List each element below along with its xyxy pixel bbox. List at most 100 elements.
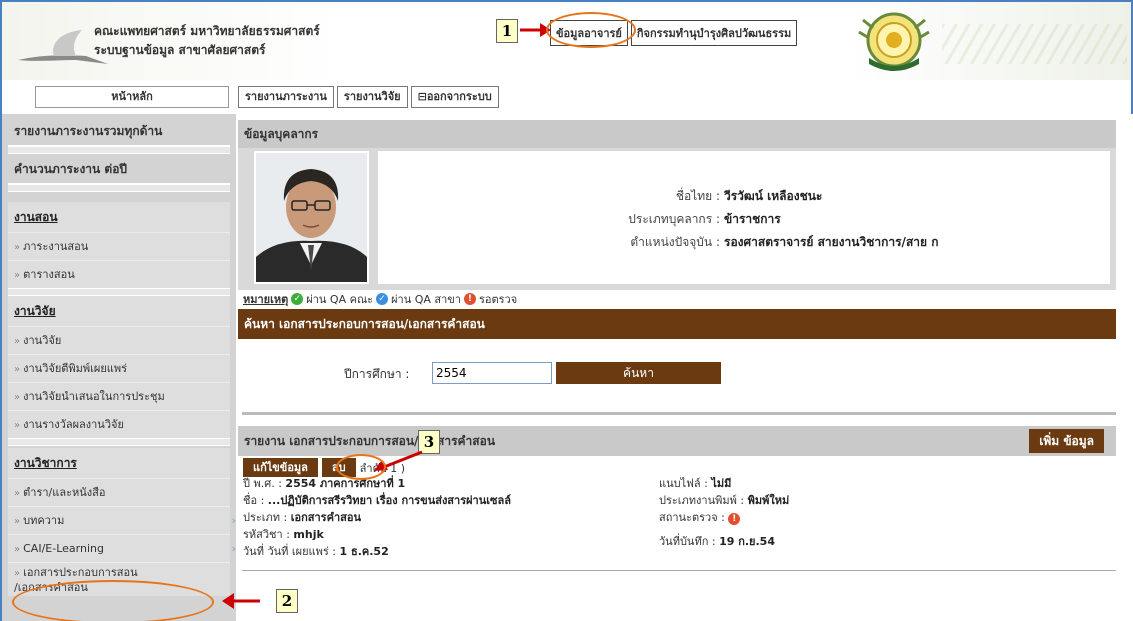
nav-tabs: รายงานภาระงาน รายงานวิจัย ⊟ออกจากระบบ	[238, 86, 499, 108]
nav-tab-research-report[interactable]: รายงานวิจัย	[336, 86, 408, 108]
record-date-label: วันที่ วันที่ เผยแพร่ :	[243, 545, 336, 558]
header-decoration	[942, 24, 1127, 64]
report-section-bar: รายงาน เอกสารประกอบการสอน/เอกสารคำสอน เพ…	[238, 426, 1116, 456]
sidebar-item-timetable[interactable]: » ตารางสอน	[8, 260, 230, 288]
top-link-culture-activities[interactable]: กิจกรรมทำนุบำรุงศิลปวัฒนธรรม	[630, 20, 798, 46]
sidebar-item-label: งานวิจัยตีพิมพ์เผยแพร่	[23, 362, 128, 375]
sidebar-item-cai-elearning[interactable]: » CAI/E-Learning ›	[8, 534, 236, 562]
record-status: สถานะตรวจ : !	[659, 510, 741, 525]
sidebar-item-research-published[interactable]: » งานวิจัยตีพิมพ์เผยแพร่	[8, 354, 230, 382]
profile-details: ชื่อไทย : วีรวัฒน์ เหลืองชนะ ประเภทบุคลา…	[378, 151, 1110, 284]
main-navbar: หน้าหลัก รายงานภาระงาน รายงานวิจัย ⊟ออกจ…	[0, 80, 1133, 114]
profile-panel: ชื่อไทย : วีรวัฒน์ เหลืองชนะ ประเภทบุคลา…	[238, 148, 1116, 290]
sidebar-item-label: เอกสารประกอบการสอน	[23, 566, 138, 579]
add-record-button[interactable]: เพิ่ม ข้อมูล	[1029, 429, 1104, 453]
record-year: ปี พ.ศ. : 2554 ภาคการศึกษาที่ 1	[243, 476, 405, 491]
search-button[interactable]: ค้นหา	[556, 362, 721, 384]
bullet-icon: »	[14, 364, 21, 375]
record-code-label: รหัสวิชา :	[243, 528, 290, 541]
edit-record-button[interactable]: แก้ไขข้อมูล	[243, 458, 318, 477]
record-pub-value: พิมพ์ใหม่	[747, 494, 790, 507]
record-status-label: สถานะตรวจ :	[659, 511, 725, 524]
sidebar-divider	[8, 438, 230, 446]
bullet-icon: »	[14, 516, 21, 527]
legend-item-qa-department: ผ่าน QA สาขา	[391, 293, 461, 306]
profile-position-row: ตำแหน่งปัจจุบัน : รองศาสตราจารย์ สายงานว…	[630, 233, 938, 252]
sidebar-item-research-awards[interactable]: » งานรางวัลผลงานวิจัย	[8, 410, 230, 438]
site-title-line2: ระบบฐานข้อมูล สาขาศัลยศาสตร์	[94, 43, 266, 57]
record-type-label: ประเภท :	[243, 511, 288, 524]
sidebar-item-label: งานรางวัลผลงานวิจัย	[23, 418, 124, 431]
nav-tab-logout[interactable]: ⊟ออกจากระบบ	[410, 86, 499, 108]
nav-home[interactable]: หน้าหลัก	[35, 86, 229, 108]
profile-type-label: ประเภทบุคลากร :	[628, 212, 720, 226]
sidebar-section-title[interactable]: งานวิชาการ	[8, 448, 230, 478]
profile-name-value: วีรวัฒน์ เหลืองชนะ	[724, 189, 823, 203]
record-attach-value: ไม่มี	[711, 477, 732, 490]
person-avatar-icon	[256, 153, 367, 282]
bullet-icon: »	[14, 270, 21, 281]
year-input[interactable]	[432, 362, 552, 384]
bullet-icon: »	[14, 336, 21, 347]
sidebar-item-articles[interactable]: » บทความ ›	[8, 506, 236, 534]
record-publication-type: ประเภทงานพิมพ์ : พิมพ์ใหม่	[659, 493, 789, 508]
nav-tab-logout-label: ออกจากระบบ	[426, 90, 492, 103]
sidebar-divider	[8, 146, 230, 154]
sidebar-item-research[interactable]: » งานวิจัย	[8, 326, 230, 354]
main-content: ข้อมูลบุคลากร ชื่อไทย : วีรวัฒน์ เหลืองช…	[236, 114, 1131, 621]
record-divider	[242, 570, 1116, 571]
legend-item-pending: รอตรวจ	[478, 293, 518, 306]
record-type: ประเภท : เอกสารคำสอน	[243, 510, 361, 525]
record-saved-value: 19 ก.ย.54	[719, 535, 775, 548]
sidebar-item-research-presented[interactable]: » งานวิจัยนำเสนอในการประชุม	[8, 382, 230, 410]
sidebar-header-calc-workload[interactable]: คำนวนภาระงาน ต่อปี	[8, 154, 230, 184]
sidebar-item-label: งานวิจัยนำเสนอในการประชุม	[23, 390, 165, 403]
record-year-label: ปี พ.ศ. :	[243, 477, 282, 490]
arrow-down-left-icon	[374, 450, 423, 471]
sidebar-item-textbooks[interactable]: » ตำรา/และหนังสือ	[8, 478, 230, 506]
record-date-value: 1 ธ.ค.52	[339, 545, 389, 558]
legend-item-qa-faculty: ผ่าน QA คณะ	[306, 293, 374, 306]
section-divider	[242, 412, 1116, 415]
sidebar-divider	[8, 184, 230, 192]
legend-title: หมายเหตุ	[243, 293, 289, 306]
sidebar-section-title[interactable]: งานสอน	[8, 202, 230, 232]
nav-tab-workload-report[interactable]: รายงานภาระงาน	[238, 86, 334, 108]
sidebar-section-teaching: งานสอน » ภาระงานสอน » ตารางสอน	[8, 202, 230, 296]
check-green-icon: ✓	[291, 293, 304, 305]
record-code: รหัสวิชา : mhjk	[243, 527, 324, 542]
report-section-title: รายงาน เอกสารประกอบการสอน/เอกสารคำสอน	[244, 434, 496, 448]
profile-name-row: ชื่อไทย : วีรวัฒน์ เหลืองชนะ	[675, 187, 823, 206]
sidebar-item-label: ภาระงานสอน	[23, 240, 89, 253]
sidebar-section-title[interactable]: งานวิจัย	[8, 296, 230, 326]
legend: หมายเหตุ ✓ ผ่าน QA คณะ ✓ ผ่าน QA สาขา ! …	[243, 290, 517, 308]
sidebar-top-block: รายงานภาระงานรวมทุกด้าน คำนวนภาระงาน ต่อ…	[8, 116, 230, 192]
delete-record-button[interactable]: ลบ	[321, 458, 356, 477]
record-name-label: ชื่อ :	[243, 494, 265, 507]
bullet-icon: »	[14, 568, 21, 579]
profile-type-value: ข้าราชการ	[724, 212, 781, 226]
record-date: วันที่ วันที่ เผยแพร่ : 1 ธ.ค.52	[243, 544, 389, 559]
sidebar-item-teaching-documents[interactable]: » เอกสารประกอบการสอน /เอกสารคำสอน	[8, 562, 230, 596]
record-saved-date: วันที่บันทึก : 19 ก.ย.54	[659, 534, 775, 549]
search-section-title: ค้นหา เอกสารประกอบการสอน/เอกสารคำสอน	[238, 309, 1116, 339]
sidebar-header-all-workload[interactable]: รายงานภาระงานรวมทุกด้าน	[8, 116, 230, 146]
arrow-left-icon	[222, 593, 260, 609]
callout-1: 1	[496, 19, 518, 43]
record-attach-label: แนบไฟล์ :	[659, 477, 708, 490]
top-link-teacher-info[interactable]: ข้อมูลอาจารย์	[550, 20, 628, 46]
sidebar-item-label: ตารางสอน	[23, 268, 75, 281]
bullet-icon: »	[14, 544, 21, 555]
check-blue-icon: ✓	[376, 293, 389, 305]
status-pending-icon: !	[728, 513, 741, 525]
sidebar-section-academic: งานวิชาการ » ตำรา/และหนังสือ » บทความ › » CA…	[8, 448, 236, 596]
sidebar-item-teaching-load[interactable]: » ภาระงานสอน	[8, 232, 230, 260]
year-label: ปีการศึกษา :	[344, 367, 410, 381]
profile-name-label: ชื่อไทย :	[675, 189, 720, 203]
university-emblem-icon	[858, 12, 930, 71]
profile-position-value: รองศาสตราจารย์ สายงานวิชาการ/สาย ก	[724, 235, 939, 249]
sidebar-item-label: ตำรา/และหนังสือ	[23, 486, 106, 499]
arrow-right-icon	[520, 23, 551, 37]
profile-position-label: ตำแหน่งปัจจุบัน :	[630, 235, 720, 249]
sidebar-item-label: งานวิจัย	[23, 334, 62, 347]
